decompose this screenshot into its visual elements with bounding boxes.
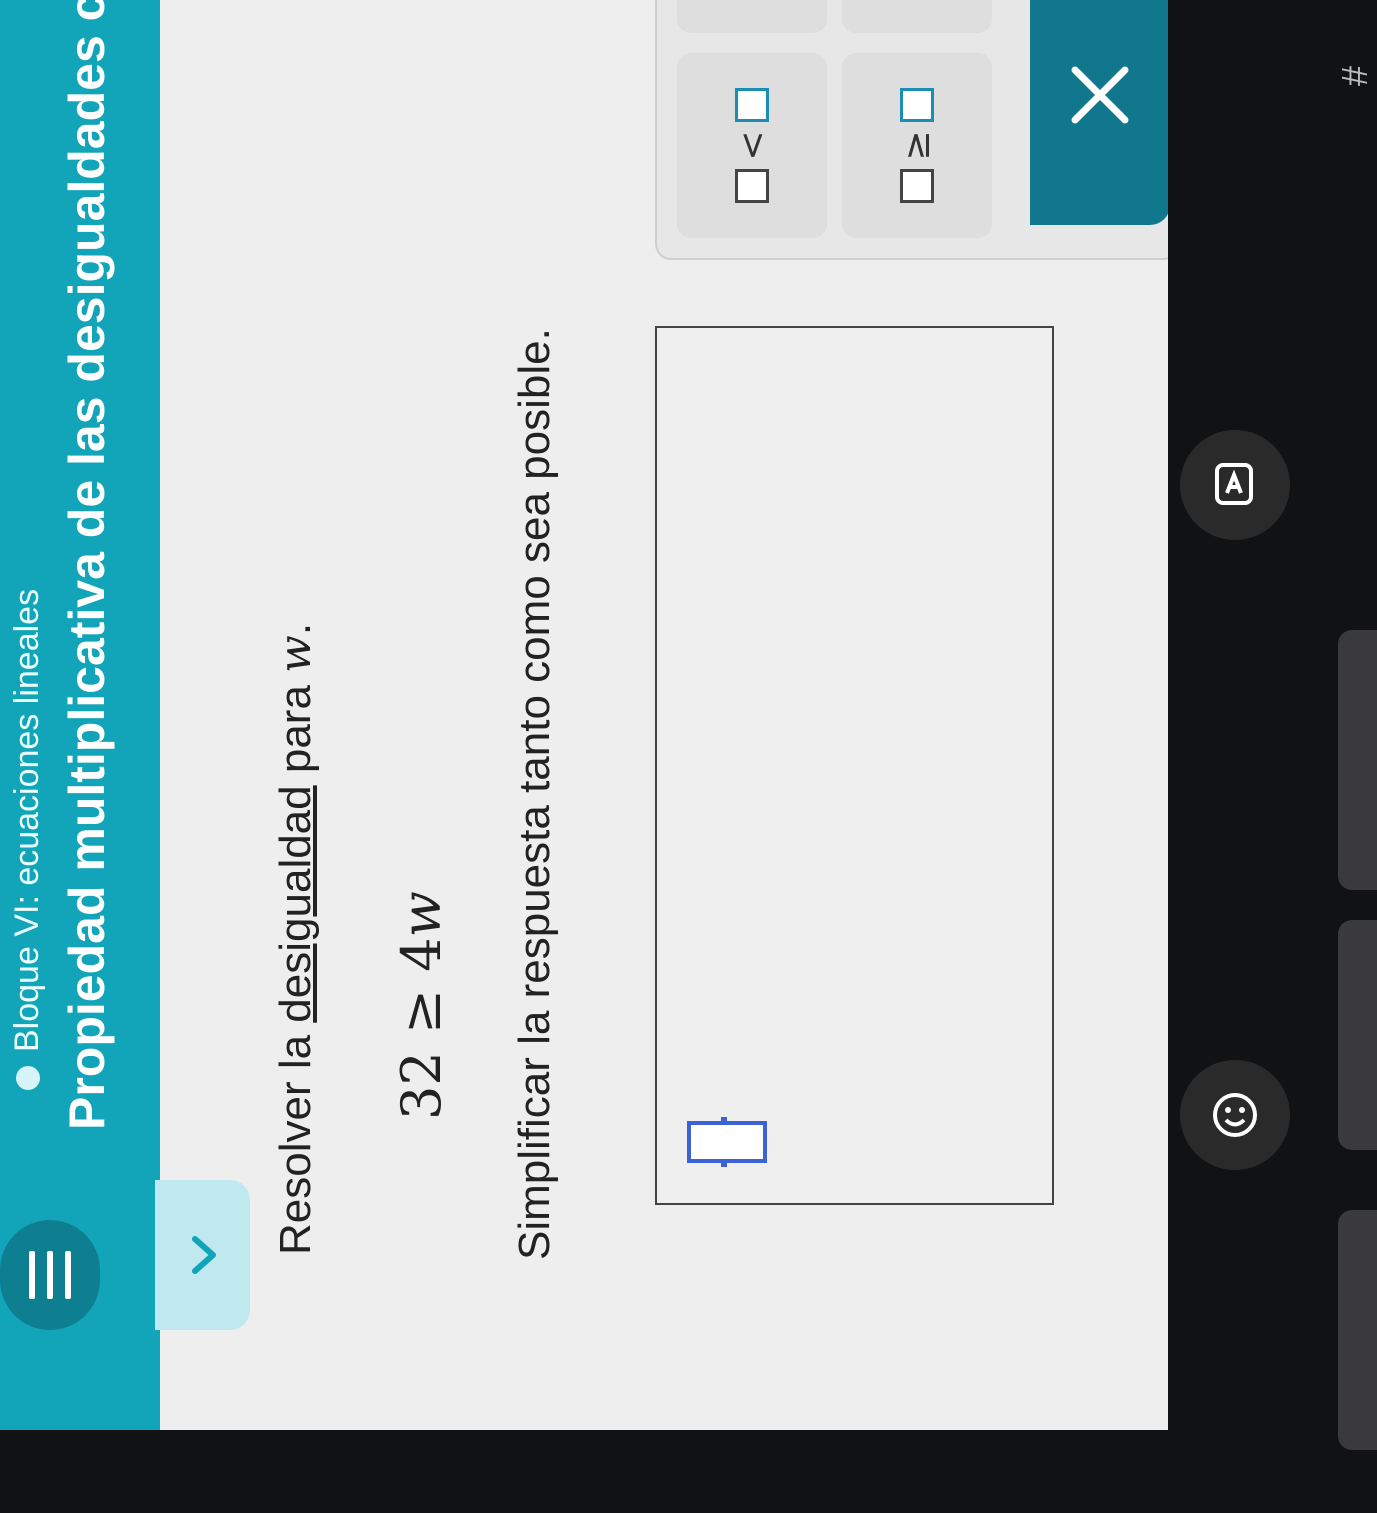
instruction-suffix: . — [271, 622, 320, 636]
greater-equal-key[interactable]: ≥ — [842, 53, 992, 238]
translate-icon — [1215, 463, 1253, 505]
instruction-prefix: Resolver la — [271, 1022, 320, 1255]
problem-area: Resolver la desigualdad para w. 32 ≥ 4w … — [160, 0, 1168, 1430]
side-keyboard-key[interactable] — [1338, 920, 1377, 1150]
lens-tool[interactable] — [1180, 1060, 1290, 1170]
smiley-icon — [1213, 1093, 1257, 1137]
inequality-left: 32 — [390, 1051, 453, 1120]
text-select-tool[interactable] — [1180, 430, 1290, 540]
inequality-coefficient: 4 — [390, 937, 453, 972]
less-than-symbol: < — [731, 130, 773, 161]
placeholder-box-icon — [900, 88, 934, 123]
close-keypad-button[interactable] — [1030, 0, 1168, 225]
keypad-key[interactable] — [842, 0, 992, 33]
problem-instruction: Resolver la desigualdad para w. — [270, 623, 321, 1255]
glossary-link[interactable]: desigualdad — [271, 785, 320, 1022]
instruction-middle: para — [271, 672, 320, 786]
close-icon — [1071, 66, 1129, 124]
input-cursor-slot[interactable] — [687, 1121, 767, 1163]
hamburger-icon — [29, 1251, 71, 1299]
inequality-operator: ≥ — [390, 988, 453, 1035]
less-than-key[interactable]: < — [677, 53, 827, 238]
answer-input[interactable] — [655, 326, 1054, 1205]
block-title-text: Bloque VI: ecuaciones lineales — [8, 588, 46, 1052]
menu-button[interactable] — [0, 1220, 100, 1330]
status-dot-icon — [15, 1066, 40, 1090]
side-keyboard-key[interactable] — [1338, 630, 1377, 890]
instruction-variable: w — [270, 635, 321, 673]
side-keyboard-key[interactable] — [1338, 1210, 1377, 1450]
inequality-variable: w — [390, 891, 453, 938]
block-title: Bloque VI: ecuaciones lineales — [8, 589, 47, 1090]
placeholder-box-icon — [900, 168, 934, 203]
lesson-title: Propiedad multiplicativa de las desigual… — [59, 0, 115, 1130]
inequality-expression: 32 ≥ 4w — [390, 891, 453, 1120]
header-bar: Bloque VI: ecuaciones lineales Propiedad… — [0, 0, 160, 1430]
simplify-instruction: Simplificar la respuesta tanto como sea … — [510, 328, 559, 1260]
placeholder-box-icon — [735, 168, 769, 203]
keypad-key[interactable] — [677, 0, 827, 33]
app-screen: Bloque VI: ecuaciones lineales Propiedad… — [0, 0, 1168, 1430]
placeholder-box-icon — [735, 88, 769, 123]
greater-equal-symbol: ≥ — [896, 130, 938, 161]
hash-key-label: # — [1334, 65, 1376, 87]
